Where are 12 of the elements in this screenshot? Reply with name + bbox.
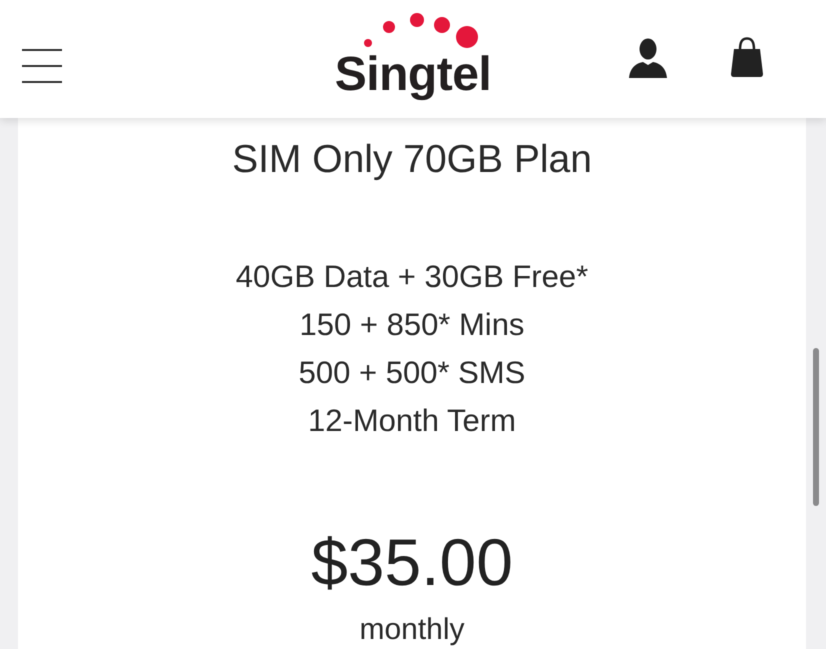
plan-title: SIM Only 70GB Plan: [232, 137, 592, 183]
plan-price: $35.00: [311, 524, 513, 601]
price-period: monthly: [359, 613, 465, 647]
menu-icon[interactable]: [22, 49, 62, 83]
logo-text[interactable]: Singtel: [334, 51, 492, 99]
plan-feature: 12-Month Term: [308, 402, 516, 440]
plan-feature: 500 + 500* SMS: [298, 354, 526, 392]
scrollbar-thumb[interactable]: [813, 348, 819, 506]
plan-feature: 40GB Data + 30GB Free*: [236, 258, 588, 296]
plan-feature: 150 + 850* Mins: [300, 306, 524, 344]
shopping-bag-icon[interactable]: [730, 37, 764, 77]
account-icon[interactable]: [628, 38, 668, 78]
